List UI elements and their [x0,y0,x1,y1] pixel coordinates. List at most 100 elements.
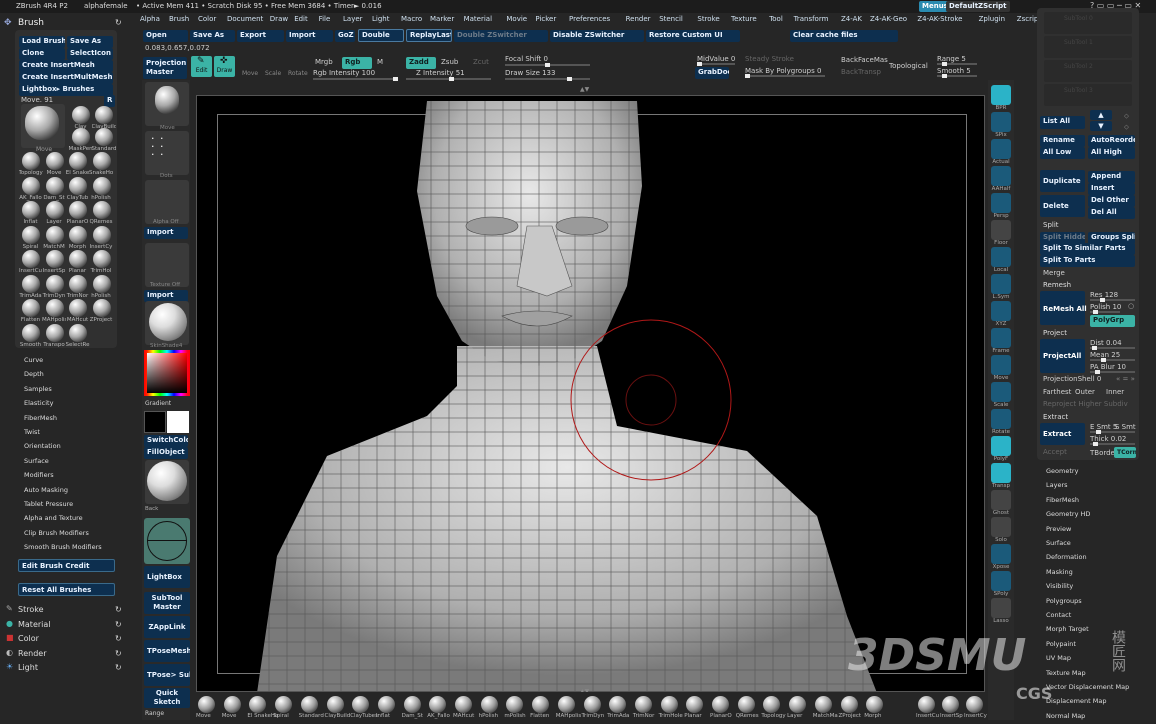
brush-section-0[interactable]: Curve [24,356,43,364]
smooth-slider[interactable] [937,74,977,78]
brush-icon-29[interactable] [45,299,64,317]
inner-option[interactable]: Inner [1106,388,1124,396]
menu-light[interactable]: Light [18,663,38,672]
import-alpha-button[interactable]: Import [144,227,188,239]
bshelf-icon-1[interactable] [223,696,241,713]
brush-icon-2[interactable] [72,128,90,146]
rotate-mode-label[interactable]: Rotate [288,70,308,77]
switchcolor-button[interactable]: SwitchColor [144,435,188,447]
brush-icon-13[interactable] [45,201,64,219]
zadd-button[interactable]: Zadd [406,57,436,69]
tool-section-17[interactable]: Normal Map [1046,712,1085,720]
bshelf-icon-7[interactable] [377,696,395,713]
brush-section-6[interactable]: Orientation [24,442,61,450]
disable-zswitcher-button[interactable]: Disable ZSwitcher [550,30,644,42]
current-brush-thumb[interactable] [21,104,65,148]
brush-panel-icon[interactable]: ✥ [4,18,12,28]
s-smt-label[interactable]: S Smt [1115,423,1136,431]
rshelf-lsym-icon[interactable] [991,274,1011,294]
brush-section-11[interactable]: Alpha and Texture [24,514,83,522]
tpose-subt-button[interactable]: TPose> SubT [144,664,190,686]
bshelf-icon-17[interactable] [634,696,652,713]
split-similar-button[interactable]: Split To Similar Parts [1040,243,1135,255]
bshelf-icon-24[interactable] [814,696,832,713]
focal-shift-slider[interactable] [505,63,590,67]
brush-icon-27[interactable] [92,274,111,293]
material-slot[interactable] [145,301,189,345]
brush-section-5[interactable]: Twist [24,428,40,436]
menu-transform[interactable]: Transform [794,15,829,23]
menu-tool[interactable]: Tool [769,15,783,23]
remesh-section[interactable]: Remesh [1043,281,1071,289]
brush-icon-5[interactable] [45,152,64,170]
menu-marker[interactable]: Marker [430,15,454,23]
menu-alpha[interactable]: Alpha [140,15,160,23]
brush-icon-19[interactable] [92,225,111,244]
gradient-label[interactable]: Gradient [145,400,171,407]
brush-icon-0[interactable] [72,106,90,124]
brush-icon-18[interactable] [69,225,87,244]
rgb-intensity-label[interactable]: Rgb Intensity 100 [313,69,375,77]
del-all-button[interactable]: Del All [1088,207,1135,219]
mean-slider[interactable] [1090,358,1135,362]
brush-icon-9[interactable] [45,176,64,195]
fillobject-button[interactable]: FillObject [144,447,188,459]
quick-sketch-button[interactable]: Quick Sketch [144,688,190,708]
rshelf-spix-icon[interactable] [991,112,1011,132]
projectionshell-label[interactable]: ProjectionShell 0 [1043,375,1101,383]
rshelf-polyf-icon[interactable] [991,436,1011,456]
tool-section-3[interactable]: Geometry HD [1046,510,1090,518]
rshelf-local-icon[interactable] [991,247,1011,267]
color-picker[interactable] [144,350,190,396]
accept-button[interactable]: Accept [1043,448,1067,456]
menu-stroke[interactable]: Stroke [18,605,44,614]
import-button[interactable]: Import [286,30,333,42]
menu-layer[interactable]: Layer [343,15,363,23]
clear-cache-button[interactable]: Clear cache files [790,30,898,42]
brush-icon-6[interactable] [69,152,87,170]
e-smt-label[interactable]: E Smt 5 [1090,423,1117,431]
brush-section-13[interactable]: Smooth Brush Modifiers [24,543,102,551]
select-icon-button[interactable]: SelectIcon [67,48,113,60]
menu-movie[interactable]: Movie [506,15,527,23]
z-intensity-slider[interactable] [406,77,491,81]
rshelf-aahalf-icon[interactable] [991,166,1011,186]
brush-icon-25[interactable] [45,274,64,293]
dist-slider[interactable] [1090,346,1135,350]
menu-draw[interactable]: Draw [270,15,288,23]
insert-button[interactable]: Insert [1088,183,1135,195]
main-color-swatch[interactable] [144,411,166,433]
m-button[interactable]: M [377,58,383,66]
projectionshell-arrows[interactable]: « = » [1116,375,1135,383]
brush-icon-1[interactable] [95,106,113,124]
backfacemask-label[interactable]: BackFaceMas [841,56,888,64]
zapplink-button[interactable]: ZAppLink [144,616,190,638]
delete-button[interactable]: Delete [1040,195,1085,217]
backtransp-label[interactable]: BackTransp [841,68,881,76]
grabdoc-button[interactable]: GrabDoc [695,67,729,79]
saveas-button[interactable]: Save As [190,30,235,42]
menu-texture[interactable]: Texture [731,15,757,23]
menu-z4-ak[interactable]: Z4-AK [841,15,862,23]
rshelf-persp-icon[interactable] [991,193,1011,213]
bshelf-icon-23[interactable] [789,696,807,713]
move-brush-slot[interactable] [145,82,189,126]
reset-all-brushes-button[interactable]: Reset All Brushes [18,583,115,596]
material-refresh-icon[interactable]: ↻ [115,620,122,629]
polish-slider[interactable] [1090,310,1120,314]
brush-icon-22[interactable] [69,250,87,268]
brush-icon-10[interactable] [69,176,87,195]
rshelf-xpose-icon[interactable] [991,544,1011,564]
tool-section-15[interactable]: Vector Displacement Map [1046,683,1129,691]
tool-section-12[interactable]: Polypaint [1046,640,1076,648]
rgb-intensity-slider[interactable] [313,77,398,81]
list-all-button[interactable]: List All [1040,116,1085,129]
slot-collapse-icon[interactable]: ⬦ [1124,123,1129,132]
bshelf-icon-5[interactable] [326,696,344,713]
rshelf-scale-icon[interactable] [991,382,1011,402]
brush-section-12[interactable]: Clip Brush Modifiers [24,529,89,537]
rgb-button[interactable]: Rgb [342,57,372,69]
brush-icon-28[interactable] [22,299,40,317]
bshelf-icon-10[interactable] [455,696,472,713]
rotation-gizmo[interactable] [144,518,190,564]
